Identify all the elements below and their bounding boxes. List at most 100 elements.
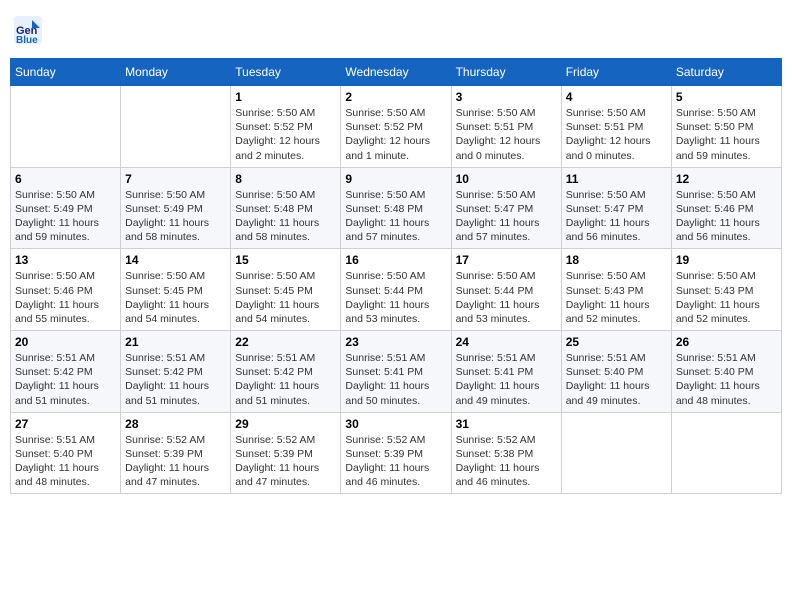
day-number: 6 [15, 172, 116, 186]
calendar-cell: 23 Sunrise: 5:51 AM Sunset: 5:41 PM Dayli… [341, 331, 451, 413]
day-number: 7 [125, 172, 226, 186]
calendar-cell: 1 Sunrise: 5:50 AM Sunset: 5:52 PM Daylig… [231, 86, 341, 168]
calendar-week-row: 6 Sunrise: 5:50 AM Sunset: 5:49 PM Daylig… [11, 167, 782, 249]
logo: Gen Blue [14, 16, 44, 44]
day-info: Sunrise: 5:50 AM Sunset: 5:51 PM Dayligh… [566, 106, 667, 163]
day-number: 17 [456, 253, 557, 267]
day-number: 11 [566, 172, 667, 186]
day-info: Sunrise: 5:51 AM Sunset: 5:40 PM Dayligh… [566, 351, 667, 408]
calendar-header-row: SundayMondayTuesdayWednesdayThursdayFrid… [11, 59, 782, 86]
day-number: 1 [235, 90, 336, 104]
day-info: Sunrise: 5:50 AM Sunset: 5:44 PM Dayligh… [456, 269, 557, 326]
day-info: Sunrise: 5:51 AM Sunset: 5:40 PM Dayligh… [676, 351, 777, 408]
day-info: Sunrise: 5:50 AM Sunset: 5:52 PM Dayligh… [235, 106, 336, 163]
day-number: 5 [676, 90, 777, 104]
calendar-cell: 21 Sunrise: 5:51 AM Sunset: 5:42 PM Dayli… [121, 331, 231, 413]
day-info: Sunrise: 5:50 AM Sunset: 5:47 PM Dayligh… [566, 188, 667, 245]
day-number: 16 [345, 253, 446, 267]
day-number: 30 [345, 417, 446, 431]
day-number: 31 [456, 417, 557, 431]
calendar-week-row: 27 Sunrise: 5:51 AM Sunset: 5:40 PM Dayli… [11, 412, 782, 494]
day-number: 26 [676, 335, 777, 349]
day-info: Sunrise: 5:50 AM Sunset: 5:51 PM Dayligh… [456, 106, 557, 163]
calendar-cell: 12Sunrise: 5:50 AM Sunset: 5:46 PM Dayli… [671, 167, 781, 249]
page-header: Gen Blue [10, 10, 782, 50]
weekday-header: Tuesday [231, 59, 341, 86]
day-info: Sunrise: 5:50 AM Sunset: 5:49 PM Dayligh… [15, 188, 116, 245]
calendar-cell: 18 Sunrise: 5:50 AM Sunset: 5:43 PM Dayli… [561, 249, 671, 331]
calendar-cell: 2Sunrise: 5:50 AM Sunset: 5:52 PM Daylig… [341, 86, 451, 168]
weekday-header: Wednesday [341, 59, 451, 86]
day-info: Sunrise: 5:50 AM Sunset: 5:46 PM Dayligh… [676, 188, 777, 245]
day-info: Sunrise: 5:51 AM Sunset: 5:42 PM Dayligh… [125, 351, 226, 408]
calendar-cell: 3 Sunrise: 5:50 AM Sunset: 5:51 PM Daylig… [451, 86, 561, 168]
day-info: Sunrise: 5:51 AM Sunset: 5:42 PM Dayligh… [235, 351, 336, 408]
calendar-cell [11, 86, 121, 168]
day-info: Sunrise: 5:50 AM Sunset: 5:48 PM Dayligh… [345, 188, 446, 245]
calendar-cell: 28Sunrise: 5:52 AM Sunset: 5:39 PM Dayli… [121, 412, 231, 494]
calendar-cell: 20Sunrise: 5:51 AM Sunset: 5:42 PM Dayli… [11, 331, 121, 413]
day-number: 24 [456, 335, 557, 349]
day-number: 27 [15, 417, 116, 431]
calendar-cell: 5 Sunrise: 5:50 AM Sunset: 5:50 PM Daylig… [671, 86, 781, 168]
calendar-week-row: 20 Sunrise: 5:51 AM Sunset: 5:42 PM Dayli… [11, 331, 782, 413]
calendar-cell: 24 Sunrise: 5:51 AM Sunset: 5:41 PM Dayli… [451, 331, 561, 413]
calendar-cell: 25 Sunrise: 5:51 AM Sunset: 5:40 PM Dayli… [561, 331, 671, 413]
calendar-cell: 10 Sunrise: 5:50 AM Sunset: 5:47 PM Dayli… [451, 167, 561, 249]
weekday-header: Friday [561, 59, 671, 86]
day-number: 18 [566, 253, 667, 267]
calendar-cell [671, 412, 781, 494]
calendar-cell: 8 Sunrise: 5:50 AM Sunset: 5:48 PM Daylig… [231, 167, 341, 249]
calendar-cell: 4 Sunrise: 5:50 AM Sunset: 5:51 PM Daylig… [561, 86, 671, 168]
day-info: Sunrise: 5:50 AM Sunset: 5:43 PM Dayligh… [566, 269, 667, 326]
day-number: 13 [15, 253, 116, 267]
day-number: 3 [456, 90, 557, 104]
calendar-cell: 27 Sunrise: 5:51 AM Sunset: 5:40 PM Dayli… [11, 412, 121, 494]
calendar-cell: 11 Sunrise: 5:50 AM Sunset: 5:47 PM Dayli… [561, 167, 671, 249]
logo-icon: Gen Blue [14, 16, 42, 44]
day-info: Sunrise: 5:51 AM Sunset: 5:40 PM Dayligh… [15, 433, 116, 490]
calendar-cell: 26 Sunrise: 5:51 AM Sunset: 5:40 PM Dayli… [671, 331, 781, 413]
day-number: 22 [235, 335, 336, 349]
day-number: 23 [345, 335, 446, 349]
day-info: Sunrise: 5:51 AM Sunset: 5:41 PM Dayligh… [345, 351, 446, 408]
weekday-header: Saturday [671, 59, 781, 86]
calendar-cell: 30Sunrise: 5:52 AM Sunset: 5:39 PM Dayli… [341, 412, 451, 494]
calendar-cell: 7 Sunrise: 5:50 AM Sunset: 5:49 PM Daylig… [121, 167, 231, 249]
day-info: Sunrise: 5:50 AM Sunset: 5:49 PM Dayligh… [125, 188, 226, 245]
day-number: 14 [125, 253, 226, 267]
calendar-cell: 9 Sunrise: 5:50 AM Sunset: 5:48 PM Daylig… [341, 167, 451, 249]
calendar-week-row: 1 Sunrise: 5:50 AM Sunset: 5:52 PM Daylig… [11, 86, 782, 168]
day-info: Sunrise: 5:50 AM Sunset: 5:48 PM Dayligh… [235, 188, 336, 245]
calendar-cell: 31Sunrise: 5:52 AM Sunset: 5:38 PM Dayli… [451, 412, 561, 494]
calendar-cell: 16 Sunrise: 5:50 AM Sunset: 5:44 PM Dayli… [341, 249, 451, 331]
svg-text:Blue: Blue [16, 35, 38, 44]
day-number: 21 [125, 335, 226, 349]
day-number: 9 [345, 172, 446, 186]
calendar-cell: 15 Sunrise: 5:50 AM Sunset: 5:45 PM Dayli… [231, 249, 341, 331]
calendar-cell: 14 Sunrise: 5:50 AM Sunset: 5:45 PM Dayli… [121, 249, 231, 331]
calendar-cell: 19Sunrise: 5:50 AM Sunset: 5:43 PM Dayli… [671, 249, 781, 331]
day-info: Sunrise: 5:50 AM Sunset: 5:45 PM Dayligh… [235, 269, 336, 326]
calendar-cell: 17 Sunrise: 5:50 AM Sunset: 5:44 PM Dayli… [451, 249, 561, 331]
day-number: 10 [456, 172, 557, 186]
day-info: Sunrise: 5:50 AM Sunset: 5:46 PM Dayligh… [15, 269, 116, 326]
day-info: Sunrise: 5:50 AM Sunset: 5:45 PM Dayligh… [125, 269, 226, 326]
day-number: 20 [15, 335, 116, 349]
calendar-cell: 29 Sunrise: 5:52 AM Sunset: 5:39 PM Dayli… [231, 412, 341, 494]
day-info: Sunrise: 5:52 AM Sunset: 5:39 PM Dayligh… [125, 433, 226, 490]
day-number: 29 [235, 417, 336, 431]
day-number: 4 [566, 90, 667, 104]
day-info: Sunrise: 5:52 AM Sunset: 5:39 PM Dayligh… [235, 433, 336, 490]
calendar-cell: 13 Sunrise: 5:50 AM Sunset: 5:46 PM Dayli… [11, 249, 121, 331]
day-info: Sunrise: 5:51 AM Sunset: 5:41 PM Dayligh… [456, 351, 557, 408]
day-number: 8 [235, 172, 336, 186]
day-number: 25 [566, 335, 667, 349]
day-info: Sunrise: 5:50 AM Sunset: 5:50 PM Dayligh… [676, 106, 777, 163]
weekday-header: Monday [121, 59, 231, 86]
day-number: 15 [235, 253, 336, 267]
calendar-table: SundayMondayTuesdayWednesdayThursdayFrid… [10, 58, 782, 494]
day-info: Sunrise: 5:50 AM Sunset: 5:43 PM Dayligh… [676, 269, 777, 326]
day-info: Sunrise: 5:50 AM Sunset: 5:44 PM Dayligh… [345, 269, 446, 326]
day-info: Sunrise: 5:50 AM Sunset: 5:47 PM Dayligh… [456, 188, 557, 245]
